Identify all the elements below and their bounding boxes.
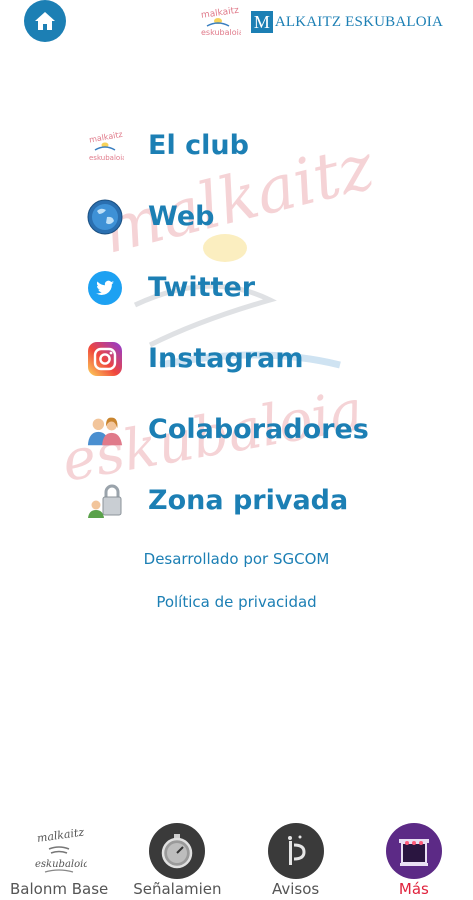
menu-item-colaboradores[interactable]: Colaboradores	[86, 394, 466, 465]
instagram-icon	[86, 340, 124, 378]
notice-icon	[267, 823, 324, 879]
tab-balonm-base[interactable]: malkaitz eskubaloia Balonm Base	[4, 823, 114, 900]
lock-user-icon	[86, 482, 124, 520]
people-icon	[86, 411, 124, 449]
more-icon	[385, 823, 442, 879]
menu-item-zona-privada[interactable]: Zona privada	[86, 465, 466, 536]
menu-item-el-club[interactable]: malkaitz eskubaloia El club	[86, 110, 466, 181]
svg-text:malkaitz: malkaitz	[88, 129, 123, 144]
tab-label: Balonm Base	[10, 880, 109, 898]
bottom-tab-bar: malkaitz eskubaloia Balonm Base Señalami…	[0, 822, 473, 900]
developer-link[interactable]: Desarrollado por SGCOM	[144, 550, 330, 568]
svg-text:eskubaloia: eskubaloia	[35, 859, 87, 870]
menu-item-twitter[interactable]: Twitter	[86, 252, 466, 323]
menu-item-instagram[interactable]: Instagram	[86, 323, 466, 394]
menu-item-web[interactable]: Web	[86, 181, 466, 252]
more-menu: malkaitz eskubaloia El club Web Twitter …	[86, 110, 466, 536]
svg-text:eskubaloia: eskubaloia	[201, 28, 241, 37]
brand-mark: M	[250, 11, 273, 33]
menu-item-label: Instagram	[148, 343, 304, 374]
menu-item-label: Zona privada	[148, 485, 349, 516]
tab-label: Más	[398, 880, 429, 898]
tab-mas[interactable]: Más	[359, 823, 469, 900]
home-icon	[35, 12, 55, 30]
brand-name: ALKAITZ ESKUBALOIA	[274, 13, 443, 30]
developer-credit-row: Desarrollado por SGCOM	[0, 549, 473, 568]
menu-item-label: Colaboradores	[148, 414, 369, 445]
club-logo: malkaitz eskubaloia	[200, 6, 241, 37]
brand-header: malkaitz eskubaloia M ALKAITZ ESKUBALOIA	[195, 4, 443, 40]
club-logo-icon: malkaitz eskubaloia	[31, 823, 87, 879]
tab-label: Señalamien	[133, 880, 222, 898]
svg-text:malkaitz: malkaitz	[36, 826, 85, 846]
home-button[interactable]	[24, 0, 66, 42]
tab-avisos[interactable]: Avisos	[241, 823, 351, 900]
globe-icon	[86, 198, 124, 236]
privacy-row: Política de privacidad	[0, 592, 473, 611]
privacy-policy-link[interactable]: Política de privacidad	[156, 593, 316, 611]
menu-item-label: El club	[148, 130, 249, 161]
svg-text:eskubaloia: eskubaloia	[89, 154, 124, 162]
menu-item-label: Twitter	[148, 272, 256, 303]
stopwatch-icon	[149, 823, 206, 879]
menu-item-label: Web	[148, 201, 215, 232]
tab-label: Avisos	[272, 880, 320, 898]
tab-senalamientos[interactable]: Señalamien	[122, 823, 232, 900]
twitter-icon	[86, 269, 124, 307]
club-logo-icon: malkaitz eskubaloia	[86, 127, 124, 165]
